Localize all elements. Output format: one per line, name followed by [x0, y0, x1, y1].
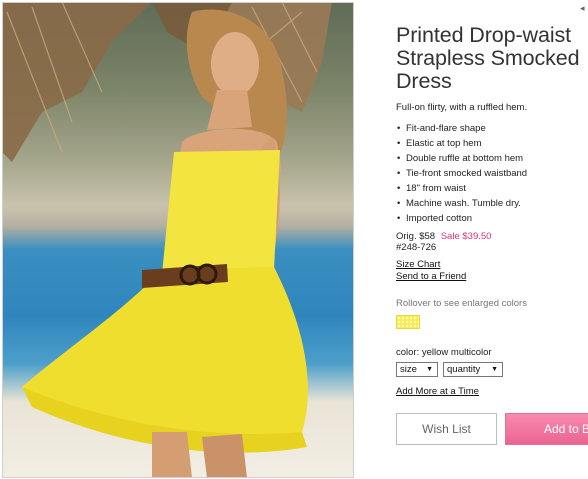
legs — [152, 432, 192, 478]
color-swatch-yellow[interactable] — [396, 315, 420, 329]
quantity-select-value: quantity — [447, 364, 481, 375]
quantity-select[interactable]: quantity ▼ — [443, 362, 503, 377]
product-photo — [2, 2, 354, 478]
dropdown-arrow-icon: ▼ — [426, 366, 433, 373]
price-line: Orig. $58 Sale $39.50 — [396, 231, 491, 242]
add-more-link[interactable]: Add More at a Time — [396, 386, 479, 397]
corner-arrow-icon[interactable]: ◂ — [580, 3, 585, 14]
wish-list-button[interactable]: Wish List — [396, 413, 497, 445]
size-select-value: size — [400, 364, 417, 375]
send-to-friend-link[interactable]: Send to a Friend — [396, 271, 466, 282]
feature-item: Tie-front smocked waistband — [396, 166, 527, 181]
feature-list: Fit-and-flare shape Elastic at top hem D… — [396, 121, 527, 226]
dropdown-arrow-icon: ▼ — [491, 366, 498, 373]
sale-price: Sale $39.50 — [440, 231, 492, 242]
photo-illustration — [2, 2, 332, 478]
face — [211, 32, 259, 96]
feature-item: Double ruffle at bottom hem — [396, 151, 527, 166]
rollover-hint: Rollover to see enlarged colors — [396, 298, 527, 309]
feature-item: 18" from waist — [396, 181, 527, 196]
product-sku: #248-726 — [396, 242, 437, 253]
original-price: Orig. $58 — [396, 231, 436, 242]
feature-item: Fit-and-flare shape — [396, 121, 527, 136]
add-to-bag-button[interactable]: Add to B — [505, 413, 588, 445]
feature-item: Imported cotton — [396, 211, 527, 226]
size-chart-link[interactable]: Size Chart — [396, 259, 440, 270]
feature-item: Elastic at top hem — [396, 136, 527, 151]
product-title: Printed Drop-waist Strapless Smocked Dre… — [396, 23, 580, 93]
dress — [162, 150, 280, 274]
product-description: Full-on flirty, with a ruffled hem. — [396, 102, 528, 113]
selected-color-label: color: yellow multicolor — [396, 347, 492, 358]
size-select[interactable]: size ▼ — [396, 362, 438, 377]
feature-item: Machine wash. Tumble dry. — [396, 196, 527, 211]
